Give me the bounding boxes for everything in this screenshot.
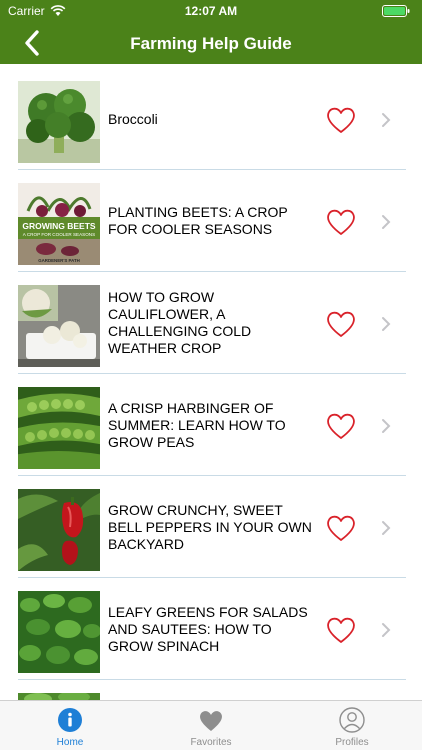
favorite-heart-icon[interactable] — [325, 410, 357, 442]
spinach-thumbnail — [18, 591, 100, 673]
info-icon — [58, 708, 82, 732]
tab-favorites-label: Favorites — [190, 737, 232, 748]
list-item[interactable]: GROW CRUNCHY, SWEET BELL PEPPERS IN YOUR… — [0, 476, 422, 578]
tab-home[interactable]: Home — [0, 701, 140, 750]
list-item[interactable]: HOW TO GROW CAULIFLOWER, A CHALLENGING C… — [0, 272, 422, 374]
tab-profiles[interactable]: Profiles — [282, 701, 422, 750]
item-title-wrap: Broccoli — [108, 68, 316, 170]
chevron-right-icon — [382, 521, 391, 535]
item-title-wrap: A CRISP HARBINGER OF SUMMER: LEARN HOW T… — [108, 374, 316, 476]
item-title: LEAFY GREENS FOR SALADS AND SAUTEES: HOW… — [108, 603, 308, 654]
favorite-heart-icon[interactable] — [325, 512, 357, 544]
status-bar: Carrier 12:07 AM — [0, 0, 422, 22]
list-item[interactable]: LEAFY GREENS FOR SALADS AND SAUTEES: HOW… — [0, 578, 422, 680]
item-title-wrap: PLANTING BEETS: A CROP FOR COOLER SEASON… — [108, 170, 316, 272]
next-item-thumbnail — [18, 693, 100, 700]
tab-favorites[interactable]: Favorites — [141, 701, 281, 750]
chevron-right-icon — [382, 113, 391, 127]
broccoli-thumbnail — [18, 81, 100, 163]
peppers-thumbnail — [18, 489, 100, 571]
favorite-heart-icon[interactable] — [325, 206, 357, 238]
beets-image-subtitle: A CROP FOR COOLER SEASONS — [23, 232, 95, 237]
cauliflower-thumbnail — [18, 285, 100, 367]
battery-icon — [382, 5, 410, 17]
tab-home-label: Home — [56, 737, 84, 748]
favorite-heart-icon[interactable] — [325, 104, 357, 136]
chevron-right-icon — [382, 419, 391, 433]
beets-image-footer: GARDENER'S PATH — [38, 258, 80, 263]
item-title-wrap: LEAFY GREENS FOR SALADS AND SAUTEES: HOW… — [108, 578, 316, 680]
chevron-right-icon — [382, 317, 391, 331]
item-title: Broccoli — [108, 110, 158, 127]
peas-thumbnail — [18, 387, 100, 469]
article-list[interactable]: Broccoli GROWING BEETS A CROP FOR COOLER… — [0, 68, 422, 700]
chevron-right-icon — [382, 623, 391, 637]
list-item[interactable]: A CRISP HARBINGER OF SUMMER: LEARN HOW T… — [0, 374, 422, 476]
beets-image-title: GROWING BEETS — [22, 221, 96, 231]
list-item[interactable]: Broccoli — [0, 68, 422, 170]
list-item[interactable] — [0, 680, 422, 700]
list-item[interactable]: GROWING BEETS A CROP FOR COOLER SEASONS … — [0, 170, 422, 272]
favorite-heart-icon[interactable] — [325, 614, 357, 646]
item-title: HOW TO GROW CAULIFLOWER, A CHALLENGING C… — [108, 289, 252, 356]
tab-profiles-label: Profiles — [335, 737, 369, 748]
tab-bar: Home Favorites Profiles — [0, 700, 422, 750]
page-title: Farming Help Guide — [130, 34, 292, 53]
beets-thumbnail: GROWING BEETS A CROP FOR COOLER SEASONS … — [18, 183, 100, 265]
favorite-heart-icon[interactable] — [325, 308, 357, 340]
navigation-bar: Carrier 12:07 AM Farming Help Guide — [0, 0, 422, 64]
status-time: 12:07 AM — [184, 4, 238, 18]
person-icon — [339, 707, 365, 733]
item-title: A CRISP HARBINGER OF SUMMER: LEARN HOW T… — [108, 399, 286, 450]
chevron-right-icon — [382, 215, 391, 229]
item-title-wrap: HOW TO GROW CAULIFLOWER, A CHALLENGING C… — [108, 272, 316, 374]
heart-icon — [200, 711, 222, 731]
item-title: GROW CRUNCHY, SWEET BELL PEPPERS IN YOUR… — [108, 501, 312, 552]
item-title-wrap: GROW CRUNCHY, SWEET BELL PEPPERS IN YOUR… — [108, 476, 316, 578]
item-title: PLANTING BEETS: A CROP FOR COOLER SEASON… — [108, 204, 288, 237]
